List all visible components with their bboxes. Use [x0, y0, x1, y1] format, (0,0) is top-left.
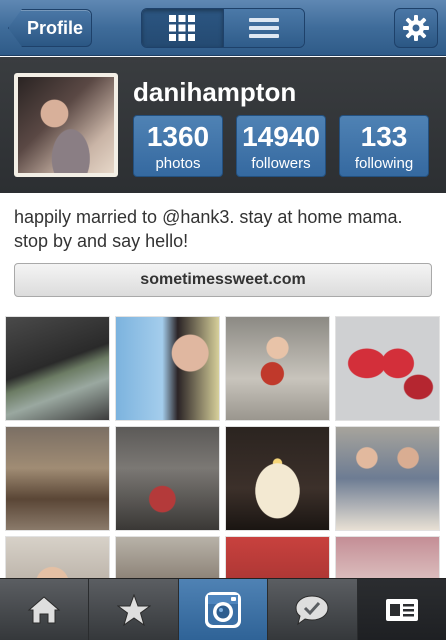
- speech-bubble-icon: [295, 594, 329, 625]
- photo-thumbnail[interactable]: [115, 426, 220, 531]
- username: danihampton: [133, 77, 297, 107]
- following-label: following: [354, 155, 414, 172]
- view-toggle: [141, 8, 305, 48]
- followers-count: 14940: [242, 121, 320, 152]
- tab-home[interactable]: [0, 579, 90, 640]
- list-view-button[interactable]: [222, 9, 304, 47]
- tab-profile[interactable]: [357, 579, 446, 640]
- avatar[interactable]: [14, 73, 118, 177]
- photos-count: 1360: [146, 121, 210, 152]
- photo-thumbnail[interactable]: [335, 426, 440, 531]
- grid-view-button[interactable]: [142, 9, 223, 47]
- photo-thumbnail[interactable]: [335, 536, 440, 578]
- list-icon: [248, 18, 279, 38]
- photo-thumbnail[interactable]: [5, 536, 110, 578]
- photo-thumbnail[interactable]: [5, 426, 110, 531]
- grid-icon: [169, 15, 196, 41]
- gear-icon: [403, 15, 429, 41]
- home-icon: [27, 595, 61, 623]
- photo-thumbnail[interactable]: [115, 316, 220, 421]
- photo-thumbnail[interactable]: [5, 316, 110, 421]
- profile-card-icon: [385, 598, 418, 621]
- photo-thumbnail[interactable]: [115, 536, 220, 578]
- following-stat-button[interactable]: 133 following: [339, 115, 429, 177]
- photos-label: photos: [155, 155, 201, 172]
- photo-thumbnail[interactable]: [335, 316, 440, 421]
- top-nav-bar: Profile: [0, 0, 446, 56]
- profile-bio: happily married to @hank3. stay at home …: [14, 207, 403, 251]
- followers-stat-button[interactable]: 14940 followers: [236, 115, 326, 177]
- photo-thumbnail[interactable]: [225, 426, 330, 531]
- tab-news[interactable]: [268, 579, 358, 640]
- settings-button[interactable]: [394, 8, 438, 48]
- profile-header: danihampton 1360 photos 14940 followers …: [0, 57, 446, 193]
- photo-thumbnail[interactable]: [225, 316, 330, 421]
- photo-thumbnail[interactable]: [225, 536, 330, 578]
- bottom-tab-bar: [0, 578, 446, 640]
- following-count: 133: [360, 121, 408, 152]
- photos-stat-button[interactable]: 1360 photos: [133, 115, 223, 177]
- avatar-photo: [18, 77, 114, 173]
- star-icon: [116, 593, 151, 626]
- tab-camera[interactable]: [178, 579, 269, 640]
- tab-popular[interactable]: [89, 579, 179, 640]
- profile-back-button[interactable]: Profile: [8, 9, 92, 47]
- website-link-button[interactable]: sometimessweet.com: [14, 263, 432, 297]
- camera-icon: [205, 591, 242, 628]
- followers-label: followers: [251, 155, 311, 172]
- photo-grid: [0, 310, 446, 578]
